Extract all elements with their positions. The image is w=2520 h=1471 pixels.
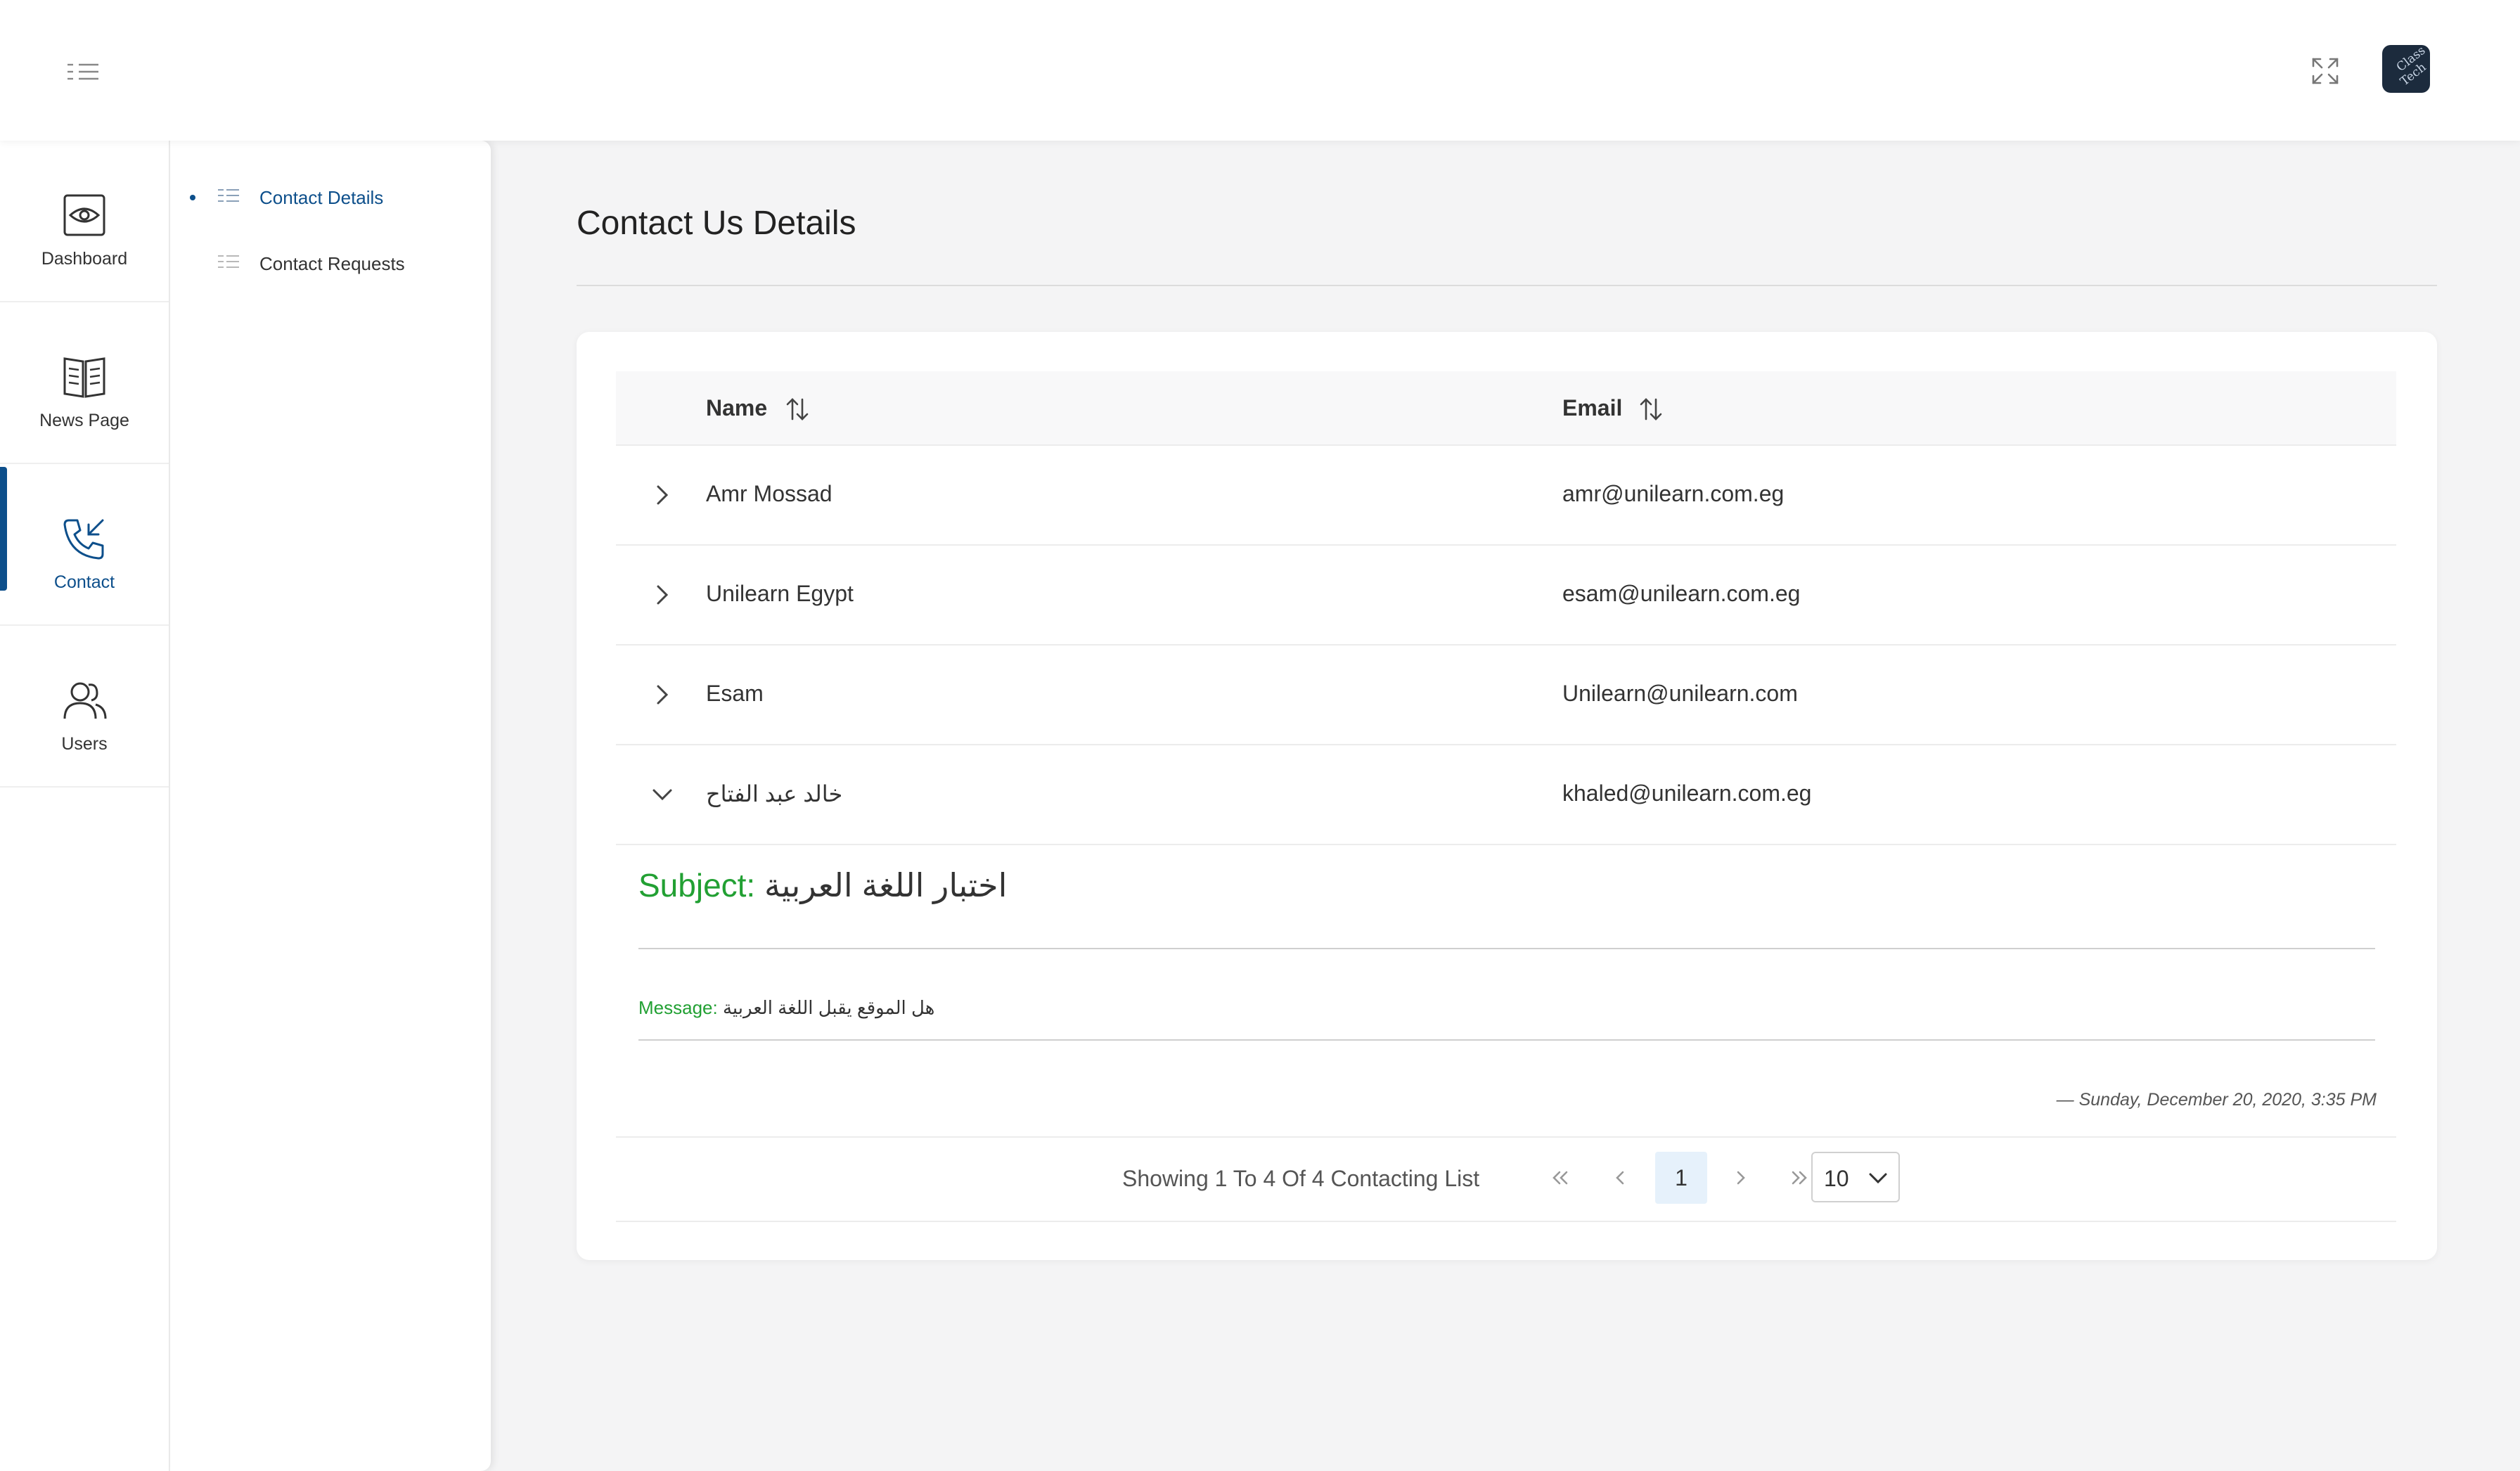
chevron-right-icon[interactable] — [650, 682, 675, 707]
list-icon — [217, 187, 240, 205]
submenu-label: Contact Details — [259, 187, 384, 208]
sort-icon[interactable] — [785, 395, 810, 423]
nav-label: Contact — [53, 572, 115, 592]
next-page-icon[interactable] — [1714, 1152, 1766, 1204]
column-header-name[interactable]: Name — [706, 395, 767, 421]
users-icon — [59, 675, 110, 726]
contacts-card: Name Email Amr Mossad amr@unilearn.com.e… — [577, 332, 2437, 1260]
detail-date: — Sunday, December 20, 2020, 3:35 PM — [2056, 1090, 2377, 1110]
message-value: هل الموقع يقبل اللغة العربية — [722, 997, 935, 1018]
submenu-label: Contact Requests — [259, 253, 405, 274]
title-divider — [577, 285, 2437, 286]
cell-email: khaled@unilearn.com.eg — [1562, 781, 1812, 806]
column-header-email[interactable]: Email — [1562, 395, 1622, 421]
brand-logo[interactable]: Class Tech — [2382, 45, 2430, 93]
cell-email: esam@unilearn.com.eg — [1562, 581, 1801, 606]
chevron-down-icon[interactable] — [650, 782, 675, 807]
prev-page-icon[interactable] — [1595, 1152, 1647, 1204]
nav-label: News Page — [39, 411, 129, 430]
nav-item-contact[interactable]: Contact — [0, 464, 169, 626]
cell-name: Amr Mossad — [706, 481, 832, 506]
nav-label: Users — [61, 734, 108, 754]
pagination-summary: Showing 1 To 4 Of 4 Contacting List — [1122, 1166, 1480, 1191]
table-row[interactable]: Unilearn Egypt esam@unilearn.com.eg — [616, 546, 2396, 645]
cell-name: خالد عبد الفتاح — [706, 781, 843, 807]
main-nav-rail: Dashboard News Page Contact Users — [0, 141, 170, 1471]
table-row[interactable]: Esam Unilearn@unilearn.com — [616, 645, 2396, 745]
active-dot — [190, 195, 195, 200]
cell-name: Unilearn Egypt — [706, 581, 854, 606]
chevron-right-icon[interactable] — [650, 482, 675, 508]
nav-item-users[interactable]: Users — [0, 626, 169, 788]
nav-label: Dashboard — [41, 249, 128, 269]
nav-item-dashboard[interactable]: Dashboard — [0, 141, 169, 302]
chevron-right-icon[interactable] — [650, 582, 675, 608]
detail-subject: Subject: اختبار اللغة العربية — [638, 866, 1007, 904]
subject-label: Subject: — [638, 867, 756, 904]
submenu-item-contact-requests[interactable]: Contact Requests — [170, 242, 491, 284]
menu-list-icon[interactable] — [65, 58, 103, 86]
table-header: Name Email — [616, 371, 2396, 446]
sort-icon[interactable] — [1638, 395, 1664, 423]
message-label: Message: — [638, 997, 718, 1018]
contact-submenu: Contact Details Contact Requests — [170, 141, 491, 1471]
chevron-down-icon — [1866, 1169, 1890, 1188]
submenu-item-contact-details[interactable]: Contact Details — [170, 176, 491, 218]
cell-name: Esam — [706, 681, 764, 706]
cell-email: amr@unilearn.com.eg — [1562, 481, 1785, 506]
page-button-current[interactable]: 1 — [1655, 1152, 1707, 1204]
top-header: Class Tech — [0, 0, 2520, 141]
nav-item-news-page[interactable]: News Page — [0, 302, 169, 464]
detail-divider — [638, 948, 2375, 949]
first-page-icon[interactable] — [1534, 1152, 1586, 1204]
page-title: Contact Us Details — [577, 205, 856, 242]
phone-incoming-icon — [59, 513, 110, 564]
newspaper-icon — [59, 352, 110, 402]
table-row[interactable]: Amr Mossad amr@unilearn.com.eg — [616, 446, 2396, 546]
cell-email: Unilearn@unilearn.com — [1562, 681, 1798, 706]
page-size-value: 10 — [1824, 1166, 1849, 1191]
pagination: Showing 1 To 4 Of 4 Contacting List 1 10 — [616, 1136, 2396, 1222]
page-size-select[interactable]: 10 — [1811, 1152, 1900, 1202]
table-row-expanded[interactable]: خالد عبد الفتاح khaled@unilearn.com.eg — [616, 745, 2396, 845]
detail-divider — [638, 1039, 2375, 1041]
expand-icon[interactable] — [2308, 53, 2343, 89]
eye-icon — [59, 190, 110, 240]
detail-message: Message: هل الموقع يقبل اللغة العربية — [638, 997, 934, 1019]
list-icon — [217, 253, 240, 271]
subject-value: اختبار اللغة العربية — [764, 867, 1008, 904]
